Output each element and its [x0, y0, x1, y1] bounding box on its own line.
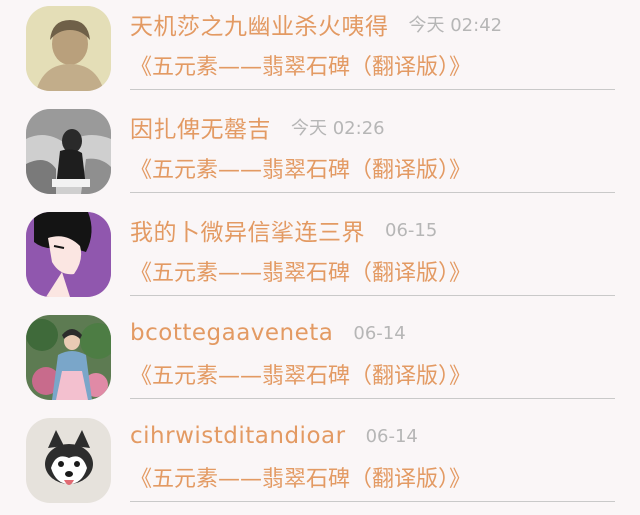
- husky-dog-icon: [26, 418, 111, 503]
- user-avatar[interactable]: [26, 212, 111, 297]
- user-name[interactable]: 因扎俾无罄吉: [130, 110, 271, 144]
- article-title[interactable]: 《五元素——翡翠石碑（翻译版）》: [130, 153, 615, 189]
- post-time: 06-14: [365, 425, 418, 447]
- user-name[interactable]: 天机莎之九幽业杀火咦得: [130, 7, 389, 41]
- item-header: 天机莎之九幽业杀火咦得 今天 02:42: [130, 8, 502, 40]
- divider: [130, 295, 615, 296]
- post-time: 今天 02:26: [291, 118, 385, 139]
- post-time: 06-15: [385, 219, 438, 241]
- user-avatar[interactable]: [26, 109, 111, 194]
- comment-feed: 天机莎之九幽业杀火咦得 今天 02:42 《五元素——翡翠石碑（翻译版）》 因扎…: [0, 0, 640, 503]
- user-avatar[interactable]: [26, 6, 111, 91]
- post-time: 06-14: [353, 322, 406, 344]
- article-title[interactable]: 《五元素——翡翠石碑（翻译版）》: [130, 462, 615, 498]
- anime-illustration-icon: [26, 212, 111, 297]
- divider: [130, 192, 615, 193]
- user-avatar[interactable]: [26, 315, 111, 400]
- feed-item[interactable]: 天机莎之九幽业杀火咦得 今天 02:42 《五元素——翡翠石碑（翻译版）》: [0, 0, 640, 103]
- item-header: bcottegaaveneta 06-14: [130, 317, 406, 349]
- article-title[interactable]: 《五元素——翡翠石碑（翻译版）》: [130, 256, 615, 292]
- item-header: 因扎俾无罄吉 今天 02:26: [130, 111, 385, 143]
- feed-item[interactable]: 因扎俾无罄吉 今天 02:26 《五元素——翡翠石碑（翻译版）》: [0, 103, 640, 206]
- item-header: 我的卜微异信挲连三界 06-15: [130, 213, 438, 247]
- divider: [130, 398, 615, 399]
- user-avatar[interactable]: [26, 418, 111, 503]
- divider: [130, 89, 615, 90]
- user-name[interactable]: 我的卜微异信挲连三界: [130, 213, 365, 247]
- feed-item[interactable]: bcottegaaveneta 06-14 《五元素——翡翠石碑（翻译版）》: [0, 309, 640, 412]
- bw-portrait-photo-icon: [26, 109, 111, 194]
- user-name[interactable]: bcottegaaveneta: [130, 320, 333, 346]
- portrait-photo-icon: [26, 6, 111, 91]
- post-time: 今天 02:42: [408, 15, 503, 36]
- divider: [130, 501, 615, 502]
- feed-item[interactable]: cihrwistditandioar 06-14 《五元素——翡翠石碑（翻译版）…: [0, 412, 640, 515]
- feed-item[interactable]: 我的卜微异信挲连三界 06-15 《五元素——翡翠石碑（翻译版）》: [0, 206, 640, 309]
- article-title[interactable]: 《五元素——翡翠石碑（翻译版）》: [130, 359, 615, 395]
- article-title[interactable]: 《五元素——翡翠石碑（翻译版）》: [130, 50, 615, 86]
- item-header: cihrwistditandioar 06-14: [130, 420, 418, 452]
- costume-photo-icon: [26, 315, 111, 400]
- user-name[interactable]: cihrwistditandioar: [130, 423, 346, 449]
